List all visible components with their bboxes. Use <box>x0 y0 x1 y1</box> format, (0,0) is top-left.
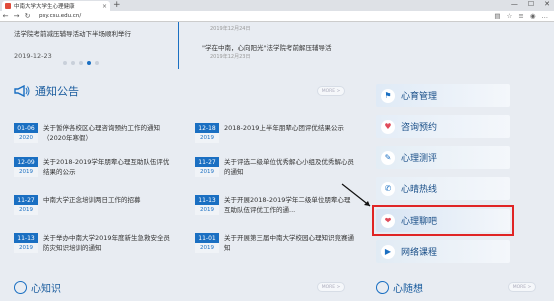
smile-icon <box>376 281 389 294</box>
timeline-line <box>178 22 179 69</box>
sidebar-item-label: 心理测评 <box>401 154 438 164</box>
date-badge: 11-27 2019 <box>195 157 219 177</box>
reload-icon[interactable]: ↻ <box>22 12 33 20</box>
notice-item[interactable]: 11-27 2019 关于评选二级单位优秀解心小组及优秀解心员的通知 <box>195 157 354 183</box>
notice-item[interactable]: 11-27 2019 中南大学正念培训两日工作的招募 <box>14 195 173 221</box>
news-date-right-top: 2019年12月24日 <box>210 26 251 32</box>
notice-text[interactable]: 关于开展第三届中南大学校园心理知识竞赛通知 <box>224 233 354 253</box>
thoughts-more-button[interactable]: MORE > <box>508 282 536 292</box>
date-badge: 11-13 2019 <box>195 195 219 215</box>
news-headline-left[interactable]: 法学院考前减压辅导活动下半场顺利举行 <box>14 28 131 38</box>
browser-tab[interactable]: 中南大学大学生心理健康 × <box>2 1 110 11</box>
back-icon[interactable]: ← <box>0 12 11 20</box>
carousel-dot[interactable] <box>79 61 83 65</box>
sidebar-item-label: 心育管理 <box>401 92 438 102</box>
carousel-dot[interactable] <box>95 61 99 65</box>
notice-text[interactable]: 中南大学正念培训两日工作的招募 <box>43 195 173 205</box>
browser-tab-bar: 中南大学大学生心理健康 × + — ☐ ✕ <box>0 0 554 11</box>
flag-icon: ⚑ <box>381 88 395 103</box>
knowledge-section-title: 心知识 <box>14 280 61 295</box>
play-icon: ▶ <box>381 244 395 259</box>
pointer-arrow <box>341 183 371 207</box>
notice-item[interactable]: 12-09 2019 关于2018-2019学年朋辈心理互助队伍评优结果的公示 <box>14 157 173 183</box>
carousel-dot[interactable] <box>71 61 75 65</box>
notice-item[interactable]: 12-18 2019 2018-2019上半年朋辈心团评优结果公示 <box>195 123 354 149</box>
notice-text[interactable]: 2018-2019上半年朋辈心团评优结果公示 <box>224 123 354 133</box>
address-bar: ← → ↻ psy.csu.edu.cn/ ▤ ☆ ≡ ◉ … <box>0 11 554 22</box>
notice-more-button[interactable]: MORE > <box>317 86 345 96</box>
notice-text[interactable]: 关于开展2018-2019学年二级单位朋辈心理互助队伍评优工作的通... <box>224 195 354 215</box>
maximize-button[interactable]: ☐ <box>528 0 534 8</box>
date-badge: 12-18 2019 <box>195 123 219 143</box>
date-badge: 11-01 2019 <box>195 233 219 253</box>
sidebar-item-assessment[interactable]: ✎ 心理测评 <box>376 146 510 169</box>
forward-icon[interactable]: → <box>11 12 22 20</box>
notice-section-title: 通知公告 <box>14 83 79 99</box>
carousel-dot-active[interactable] <box>87 61 91 65</box>
address-actions: ▤ ☆ ≡ ◉ … <box>494 12 554 20</box>
date-badge: 11-13 2019 <box>14 233 38 253</box>
notice-item[interactable]: 11-13 2019 关于开展2018-2019学年二级单位朋辈心理互助队伍评优工… <box>195 195 354 221</box>
date-badge: 12-09 2019 <box>14 157 38 177</box>
notice-item[interactable]: 11-13 2019 关于举办中南大学2019年度新生急救安全员防灾知识培训的通知 <box>14 233 173 259</box>
knowledge-more-button[interactable]: MORE > <box>317 282 345 292</box>
sidebar-item-education[interactable]: ⚑ 心育管理 <box>376 84 510 107</box>
phone-icon: ✆ <box>381 181 395 196</box>
sidebar-item-hotline[interactable]: ✆ 心晴热线 <box>376 177 510 200</box>
notice-text[interactable]: 关于2018-2019学年朋辈心理互助队伍评优结果的公示 <box>43 157 173 177</box>
heart-icon: ♥ <box>381 119 395 134</box>
knowledge-title: 心知识 <box>31 284 61 295</box>
tab-close-icon[interactable]: × <box>102 3 107 10</box>
megaphone-icon <box>14 84 30 98</box>
news-headline-right[interactable]: "学在中南，心向阳光"法学院考前解压辅导活 <box>202 42 331 52</box>
sidebar-item-label: 咨询预约 <box>401 123 438 133</box>
bulb-icon <box>14 281 27 294</box>
thoughts-section-title: 心随想 <box>376 280 423 295</box>
carousel-dot[interactable] <box>63 61 67 65</box>
news-date-right-bottom: 2019年12月23日 <box>210 54 251 60</box>
thoughts-title: 心随想 <box>393 284 423 295</box>
tab-title: 中南大学大学生心理健康 <box>14 4 75 10</box>
date-badge: 11-27 2019 <box>14 195 38 215</box>
page-content: 法学院考前减压辅导活动下半场顺利举行 2019-12-23 2019年12月24… <box>0 22 554 301</box>
date-badge: 01-06 2020 <box>14 123 38 143</box>
new-tab-button[interactable]: + <box>113 0 121 10</box>
notice-text[interactable]: 关于举办中南大学2019年度新生急救安全员防灾知识培训的通知 <box>43 233 173 253</box>
notice-item[interactable]: 11-01 2019 关于开展第三届中南大学校园心理知识竞赛通知 <box>195 233 354 259</box>
sidebar-item-counseling[interactable]: ♥ 咨询预约 <box>376 115 510 138</box>
sidebar-item-courses[interactable]: ▶ 网络课程 <box>376 240 510 263</box>
favorites-list-icon[interactable]: ≡ <box>518 12 523 20</box>
notice-text[interactable]: 关于暂停各校区心理咨询预约工作的通知（2020年寒假） <box>43 123 173 143</box>
url-field[interactable]: psy.csu.edu.cn/ <box>39 13 494 19</box>
carousel-dots <box>63 61 99 65</box>
close-window-button[interactable]: ✕ <box>544 0 550 8</box>
sidebar-item-label: 心晴热线 <box>401 185 438 195</box>
reading-view-icon[interactable]: ▤ <box>494 12 500 20</box>
sidebar-item-label: 网络课程 <box>401 248 438 258</box>
news-date-left: 2019-12-23 <box>14 52 52 60</box>
notice-title: 通知公告 <box>35 85 79 98</box>
favorite-star-icon[interactable]: ☆ <box>507 12 513 20</box>
pen-icon: ✎ <box>381 150 395 165</box>
favicon-icon <box>5 3 11 9</box>
more-menu-icon[interactable]: … <box>542 12 549 20</box>
notice-item[interactable]: 01-06 2020 关于暂停各校区心理咨询预约工作的通知（2020年寒假） <box>14 123 173 149</box>
highlight-box <box>372 205 514 236</box>
notice-text[interactable]: 关于评选二级单位优秀解心小组及优秀解心员的通知 <box>224 157 354 177</box>
minimize-button[interactable]: — <box>511 0 518 8</box>
window-controls: — ☐ ✕ <box>511 0 550 8</box>
profile-icon[interactable]: ◉ <box>530 12 536 20</box>
